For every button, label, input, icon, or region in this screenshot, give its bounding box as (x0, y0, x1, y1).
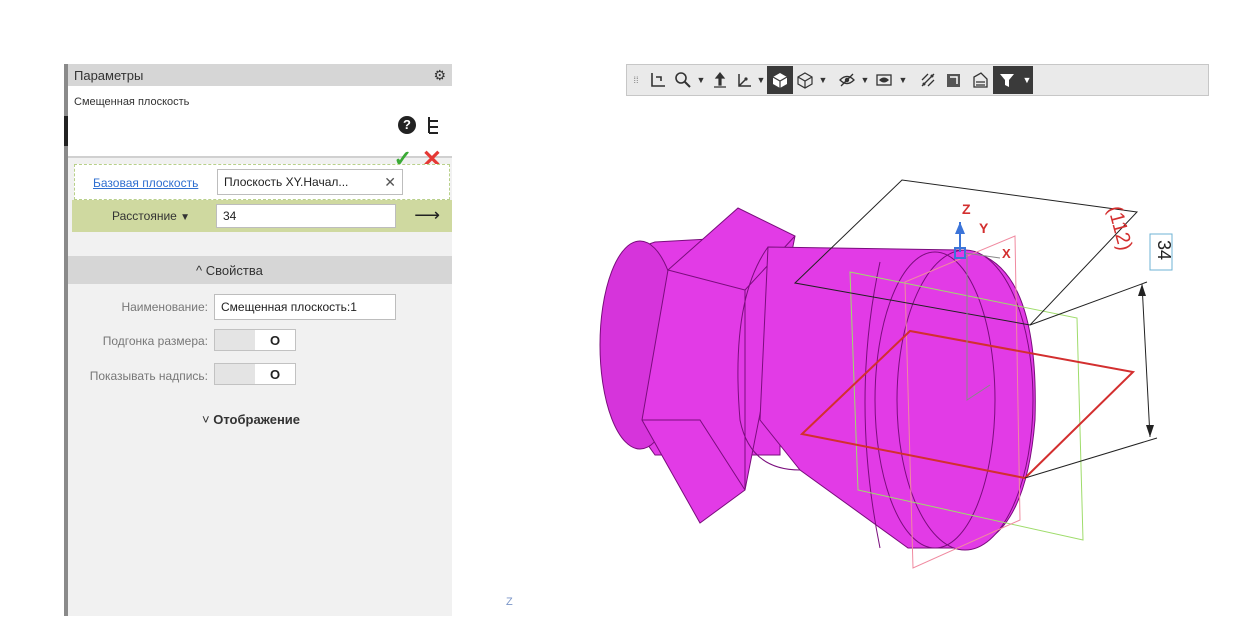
layers-icon[interactable] (967, 66, 993, 94)
dimension-value-text: 34 (1154, 240, 1174, 260)
properties-section-header[interactable]: ^ Свойства (68, 256, 452, 284)
axis-y-label: Y (979, 220, 989, 236)
distance-row: Расстояние ▼ 34 ⟶ (72, 200, 452, 232)
section-view-icon[interactable] (941, 66, 967, 94)
chevron-down-icon: ˅ (202, 412, 210, 427)
hide-dropdown-chevron-icon[interactable]: ▼ (859, 75, 871, 85)
arrow-right-icon[interactable]: ⟶ (414, 205, 440, 226)
panel-title-bar: Параметры ⚙ (68, 64, 452, 86)
display-section-label: Отображение (213, 412, 301, 427)
base-plane-value: Плоскость XY.Начал... (224, 175, 349, 189)
name-label: Наименование: (121, 300, 208, 314)
filter-icon[interactable] (993, 66, 1021, 94)
pan-icon[interactable] (707, 66, 733, 94)
axis-x-label: X (1002, 246, 1011, 261)
zoom-icon[interactable] (671, 66, 695, 94)
toggle-track (215, 364, 255, 384)
chevron-up-icon: ^ (196, 263, 203, 278)
show-label-toggle[interactable]: O (214, 363, 296, 385)
view-toolbar: ⁞⁞ ▼ ▼ ▼ ▼ ▼ ▼ (626, 64, 1209, 96)
selection-marker (64, 116, 68, 146)
shaded-display-icon[interactable] (767, 66, 793, 94)
rotate-icon[interactable] (733, 66, 755, 94)
chevron-down-icon[interactable]: ▼ (180, 212, 190, 223)
filter-dropdown-chevron-icon[interactable]: ▼ (1021, 66, 1033, 94)
display-section-header[interactable]: ˅ Отображение (202, 412, 300, 427)
orientation-icon[interactable] (645, 66, 671, 94)
operation-header: Смещенная плоскость ? ✓ ✕ (64, 86, 452, 173)
show-eye-icon[interactable] (871, 66, 897, 94)
distance-input[interactable]: 34 (216, 204, 396, 228)
toggle-off-glyph: O (269, 332, 281, 348)
bottom-axis-label: Z (506, 596, 513, 608)
display-dropdown-chevron-icon[interactable]: ▼ (817, 75, 829, 85)
distance-label-text: Расстояние (112, 209, 177, 223)
properties-section-label: ^ Свойства (196, 263, 263, 278)
wireframe-display-icon[interactable] (793, 66, 817, 94)
settings-gear-icon[interactable]: ⚙ (433, 67, 446, 84)
part-model[interactable] (599, 207, 1036, 551)
base-plane-field[interactable]: Плоскость XY.Начал... ✕ (217, 169, 403, 195)
constraints-icon[interactable] (915, 66, 941, 94)
fit-size-label: Подгонка размера: (102, 334, 208, 348)
toggle-off-glyph: O (269, 366, 281, 382)
name-input[interactable]: Смещенная плоскость:1 (214, 294, 396, 320)
operation-name: Смещенная плоскость (74, 96, 190, 108)
model-viewport[interactable]: Z Y X (112) 34 (455, 96, 1238, 634)
show-label-label: Показывать надпись: (89, 369, 208, 383)
toolbar-grip-icon[interactable]: ⁞⁞ (627, 66, 645, 94)
toggle-track (215, 330, 255, 350)
zoom-dropdown-chevron-icon[interactable]: ▼ (695, 75, 707, 85)
parameters-panel: Параметры ⚙ Смещенная плоскость ? ✓ ✕ Ба… (64, 64, 452, 616)
base-plane-link[interactable]: Базовая плоскость (93, 176, 198, 190)
show-dropdown-chevron-icon[interactable]: ▼ (897, 75, 909, 85)
fit-size-toggle[interactable]: O (214, 329, 296, 351)
rotate-dropdown-chevron-icon[interactable]: ▼ (755, 75, 767, 85)
panel-title: Параметры (74, 67, 144, 83)
base-plane-row: Базовая плоскость Плоскость XY.Начал... … (74, 164, 450, 200)
axis-z-label: Z (962, 201, 971, 217)
help-icon[interactable]: ? (398, 116, 416, 134)
distance-label[interactable]: Расстояние ▼ (112, 209, 190, 223)
distance-value: 34 (223, 209, 237, 223)
hide-icon[interactable] (835, 66, 859, 94)
clear-x-icon[interactable]: ✕ (384, 174, 396, 191)
tree-icon[interactable] (426, 115, 442, 135)
name-value: Смещенная плоскость:1 (221, 300, 357, 314)
properties-section-text: Свойства (205, 263, 263, 278)
